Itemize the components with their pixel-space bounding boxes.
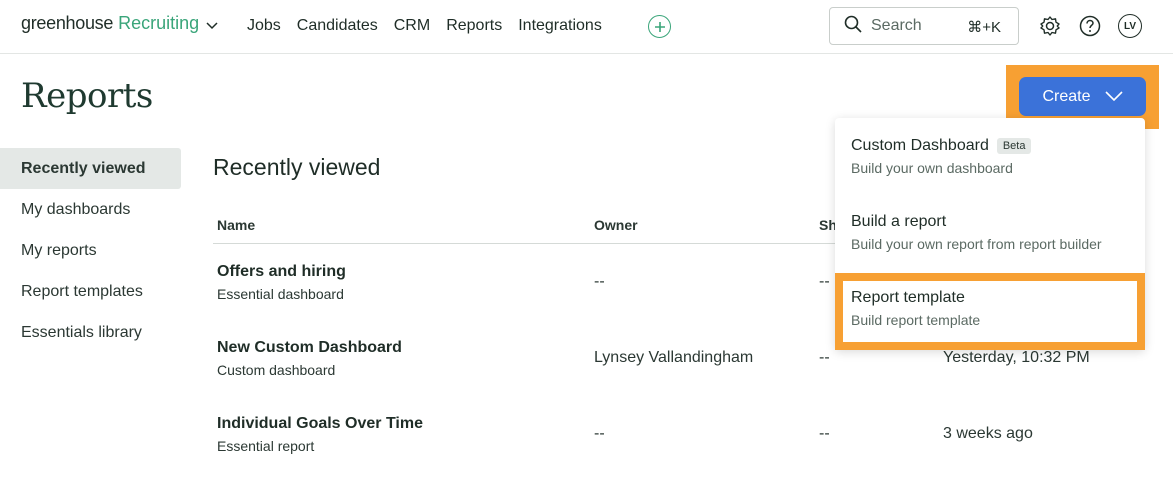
menu-item-title: Build a report	[851, 213, 947, 230]
table-divider	[213, 243, 843, 244]
page-title: Reports	[21, 76, 153, 116]
sidebar-item-report-templates[interactable]: Report templates	[0, 271, 181, 312]
table-row-type: Essential report	[217, 438, 315, 454]
menu-item-custom-dashboard[interactable]: Custom Dashboard Beta Build your own das…	[851, 137, 1032, 176]
sidebar-item-my-dashboards[interactable]: My dashboards	[0, 189, 181, 230]
nav-crm[interactable]: CRM	[394, 17, 430, 35]
chevron-down-icon[interactable]	[206, 14, 218, 35]
avatar[interactable]: LV	[1118, 14, 1142, 38]
table-row-name[interactable]: New Custom Dashboard	[217, 339, 402, 357]
plus-icon[interactable]	[648, 15, 671, 38]
table-row-shared: --	[819, 425, 830, 442]
table-row-shared: --	[819, 273, 830, 290]
brand-name: greenhouse	[21, 13, 114, 33]
sidebar-item-essentials-library[interactable]: Essentials library	[0, 312, 181, 353]
section-title: Recently viewed	[213, 154, 381, 180]
menu-item-build-report[interactable]: Build a report Build your own report fro…	[851, 213, 1102, 252]
table-row-owner: --	[594, 273, 605, 290]
table-row-viewed: 3 weeks ago	[943, 425, 1033, 442]
report-template-highlight	[835, 273, 1145, 350]
search-placeholder: Search	[871, 17, 922, 34]
gear-icon[interactable]	[1038, 14, 1062, 38]
table-row-name[interactable]: Individual Goals Over Time	[217, 415, 423, 433]
table-row-type: Custom dashboard	[217, 362, 336, 378]
table-row-owner: Lynsey Vallandingham	[594, 349, 754, 366]
column-header-name[interactable]: Name	[217, 217, 255, 233]
search-input[interactable]: Search ⌘+K	[829, 7, 1019, 45]
help-icon[interactable]	[1078, 14, 1102, 38]
table-row-type: Essential dashboard	[217, 286, 344, 302]
search-shortcut: ⌘+K	[967, 19, 1001, 36]
table-row-viewed: Yesterday, 10:32 PM	[943, 349, 1090, 366]
sidebar-item-my-reports[interactable]: My reports	[0, 230, 181, 271]
search-icon	[844, 15, 862, 38]
top-navbar: greenhouse Recruiting Jobs Candidates CR…	[0, 0, 1173, 54]
sidebar-item-recently-viewed[interactable]: Recently viewed	[0, 148, 181, 189]
nav-jobs[interactable]: Jobs	[247, 17, 281, 35]
create-button-label: Create	[1042, 87, 1091, 105]
chevron-down-icon	[1104, 88, 1123, 106]
sidebar: Recently viewed My dashboards My reports…	[0, 148, 181, 353]
main-nav: Jobs Candidates CRM Reports Integrations	[247, 17, 602, 35]
menu-item-desc: Build your own report from report builde…	[851, 236, 1102, 252]
create-button[interactable]: Create	[1019, 77, 1146, 116]
nav-candidates[interactable]: Candidates	[297, 17, 378, 35]
brand-logo[interactable]: greenhouse Recruiting	[21, 12, 218, 35]
table-row-name[interactable]: Offers and hiring	[217, 263, 346, 281]
nav-integrations[interactable]: Integrations	[518, 17, 602, 35]
column-header-owner[interactable]: Owner	[594, 217, 638, 233]
table-row-shared: --	[819, 349, 830, 366]
brand-product: Recruiting	[118, 13, 200, 33]
menu-item-desc: Build your own dashboard	[851, 160, 1013, 176]
table-row-owner: --	[594, 425, 605, 442]
beta-badge: Beta	[996, 138, 1032, 154]
menu-item-title: Custom Dashboard	[851, 137, 989, 154]
nav-reports[interactable]: Reports	[446, 17, 502, 35]
